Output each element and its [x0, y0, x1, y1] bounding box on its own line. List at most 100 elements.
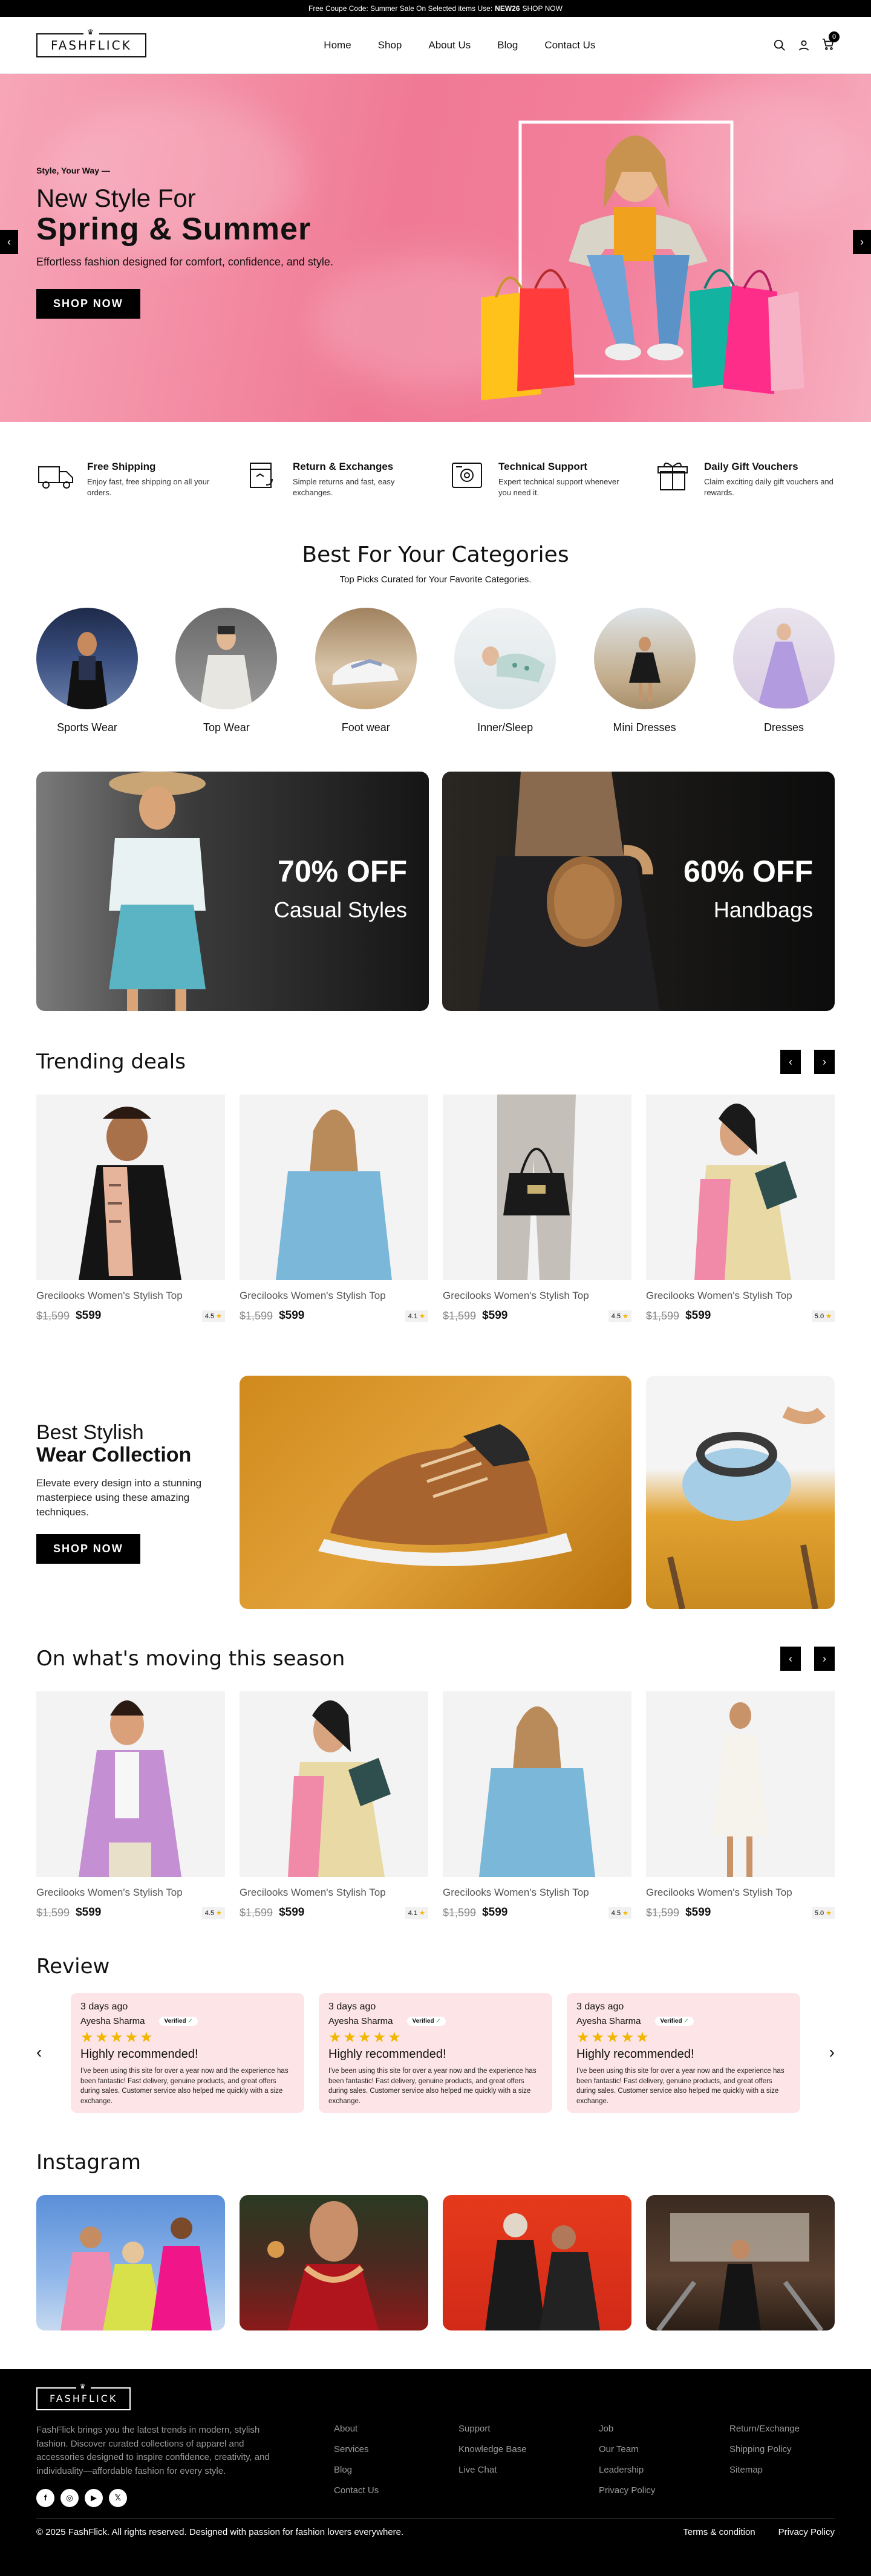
product-card[interactable]: Grecilooks Women's Stylish Top $1,599 $5… — [36, 1094, 225, 1322]
promo-casual-styles[interactable]: 70% OFF Casual Styles — [36, 772, 429, 1012]
star-icon: ★ — [622, 1312, 628, 1320]
category-top-wear[interactable]: Top Wear — [175, 608, 278, 734]
category-label: Foot wear — [341, 721, 390, 734]
hero-heading-line1: New Style For — [36, 184, 196, 212]
collection-handbag-image[interactable] — [646, 1376, 835, 1610]
instagram-post[interactable] — [36, 2195, 225, 2331]
reviews-prev-arrow[interactable]: ‹ — [36, 2043, 42, 2062]
product-card[interactable]: Grecilooks Women's Stylish Top $1,599 $5… — [443, 1691, 631, 1919]
product-name: Grecilooks Women's Stylish Top — [443, 1887, 589, 1899]
product-old-price: $1,599 — [240, 1309, 273, 1322]
user-icon[interactable] — [797, 39, 811, 52]
feature-title: Return & Exchanges — [293, 461, 394, 472]
product-card[interactable]: Grecilooks Women's Stylish Top $1,599 $5… — [646, 1691, 835, 1919]
product-image — [240, 1691, 428, 1878]
announcement-shop-now-link[interactable]: SHOP NOW — [523, 4, 563, 13]
trending-next-button[interactable]: › — [814, 1050, 835, 1075]
category-mini-dresses[interactable]: Mini Dresses — [593, 608, 696, 734]
facebook-icon[interactable]: f — [36, 2489, 54, 2508]
product-card[interactable]: Grecilooks Women's Stylish Top $1,599 $5… — [646, 1094, 835, 1322]
privacy-policy-link[interactable]: Privacy Policy — [778, 2527, 835, 2537]
verified-badge: Verified ✓ — [159, 2017, 198, 2026]
review-date: 3 days ago — [328, 2002, 376, 2012]
hero-model-with-bags-image — [481, 120, 804, 400]
footer-link-return-exchange[interactable]: Return/Exchange — [729, 2424, 800, 2434]
category-image — [593, 608, 696, 710]
collection-shop-now-button[interactable]: SHOP NOW — [36, 1534, 140, 1564]
footer-link-support[interactable]: Support — [458, 2424, 599, 2434]
feature-returns: Return & Exchanges Simple returns and fa… — [242, 458, 423, 498]
footer-col-company: About Services Blog Contact Us — [334, 2424, 458, 2507]
instagram-post[interactable] — [240, 2195, 428, 2331]
nav-blog[interactable]: Blog — [497, 39, 518, 51]
categories-subtitle: Top Picks Curated for Your Favorite Cate… — [339, 574, 532, 585]
footer-link-shipping-policy[interactable]: Shipping Policy — [729, 2444, 800, 2454]
nav-home[interactable]: Home — [324, 39, 351, 51]
instagram-post[interactable] — [646, 2195, 835, 2331]
product-price: $599 — [279, 1309, 305, 1322]
nav-contact-us[interactable]: Contact Us — [544, 39, 595, 51]
review-headline: Highly recommended! — [576, 2047, 694, 2061]
x-twitter-icon[interactable]: 𝕏 — [109, 2489, 127, 2508]
season-prev-button[interactable]: ‹ — [780, 1647, 801, 1671]
reviews-next-arrow[interactable]: › — [829, 2043, 835, 2062]
product-rating: 5.0 ★ — [811, 1907, 835, 1919]
footer-link-knowledge-base[interactable]: Knowledge Base — [458, 2444, 599, 2454]
footer-link-leadership[interactable]: Leadership — [599, 2465, 729, 2475]
product-card[interactable]: Grecilooks Women's Stylish Top $1,599 $5… — [36, 1691, 225, 1919]
footer-link-our-team[interactable]: Our Team — [599, 2444, 729, 2454]
cart-button[interactable]: 0 — [821, 31, 840, 54]
youtube-icon[interactable]: ▶ — [85, 2489, 103, 2508]
product-old-price: $1,599 — [443, 1309, 477, 1322]
cart-count-badge: 0 — [829, 31, 840, 42]
logo-crown-icon: ♛ — [83, 28, 99, 36]
season-next-button[interactable]: › — [814, 1647, 835, 1671]
footer-link-blog[interactable]: Blog — [334, 2465, 458, 2475]
collection-sneaker-image[interactable] — [240, 1376, 631, 1610]
nav-about-us[interactable]: About Us — [428, 39, 471, 51]
product-image — [240, 1094, 428, 1281]
footer-link-services[interactable]: Services — [334, 2444, 458, 2454]
instagram-post[interactable] — [443, 2195, 631, 2331]
category-dresses[interactable]: Dresses — [732, 608, 835, 734]
category-label: Top Wear — [203, 721, 250, 734]
trending-prev-button[interactable]: ‹ — [780, 1050, 801, 1075]
hero-shop-now-button[interactable]: SHOP NOW — [36, 288, 140, 319]
footer-logo[interactable]: ♛ FASHFLICK — [36, 2382, 131, 2411]
product-name: Grecilooks Women's Stylish Top — [36, 1887, 183, 1899]
hero-subtitle: Effortless fashion designed for comfort,… — [36, 255, 333, 268]
product-image — [443, 1094, 631, 1281]
product-old-price: $1,599 — [240, 1906, 273, 1919]
reviewer-name: Ayesha Sharma — [80, 2016, 145, 2027]
terms-link[interactable]: Terms & condition — [683, 2527, 755, 2537]
check-icon: ✓ — [683, 2018, 689, 2025]
instagram-icon[interactable]: ◎ — [60, 2489, 79, 2508]
categories-section: Best For Your Categories Top Picks Curat… — [0, 498, 871, 734]
category-inner-sleep[interactable]: Inner/Sleep — [454, 608, 556, 734]
reviews-title: Review — [36, 1954, 110, 1979]
nav-shop[interactable]: Shop — [378, 39, 402, 51]
footer-link-contact-us[interactable]: Contact Us — [334, 2485, 458, 2496]
category-image — [36, 608, 138, 710]
trending-section: Trending deals ‹ › Grecilooks Women's St… — [36, 1050, 835, 1322]
review-date: 3 days ago — [80, 2002, 128, 2012]
product-card[interactable]: Grecilooks Women's Stylish Top $1,599 $5… — [443, 1094, 631, 1322]
footer-link-sitemap[interactable]: Sitemap — [729, 2465, 800, 2475]
hero-next-arrow[interactable]: › — [853, 230, 871, 254]
product-card[interactable]: Grecilooks Women's Stylish Top $1,599 $5… — [240, 1094, 428, 1322]
category-foot-wear[interactable]: Foot wear — [315, 608, 417, 734]
search-icon[interactable] — [773, 39, 786, 52]
category-label: Inner/Sleep — [477, 721, 533, 734]
hero-prev-arrow[interactable]: ‹ — [0, 230, 18, 254]
site-logo[interactable]: ♛ FASHFLICK — [36, 28, 146, 57]
category-sports-wear[interactable]: Sports Wear — [36, 608, 138, 734]
feature-text: Enjoy fast, free shipping on all your or… — [87, 477, 210, 497]
footer-link-about[interactable]: About — [334, 2424, 458, 2434]
footer-link-job[interactable]: Job — [599, 2424, 729, 2434]
product-old-price: $1,599 — [443, 1906, 477, 1919]
promo-handbags[interactable]: 60% OFF Handbags — [442, 772, 835, 1012]
footer-link-live-chat[interactable]: Live Chat — [458, 2465, 599, 2475]
product-card[interactable]: Grecilooks Women's Stylish Top $1,599 $5… — [240, 1691, 428, 1919]
site-footer: ♛ FASHFLICK FashFlick brings you the lat… — [0, 2369, 871, 2576]
footer-link-privacy-policy[interactable]: Privacy Policy — [599, 2485, 729, 2496]
